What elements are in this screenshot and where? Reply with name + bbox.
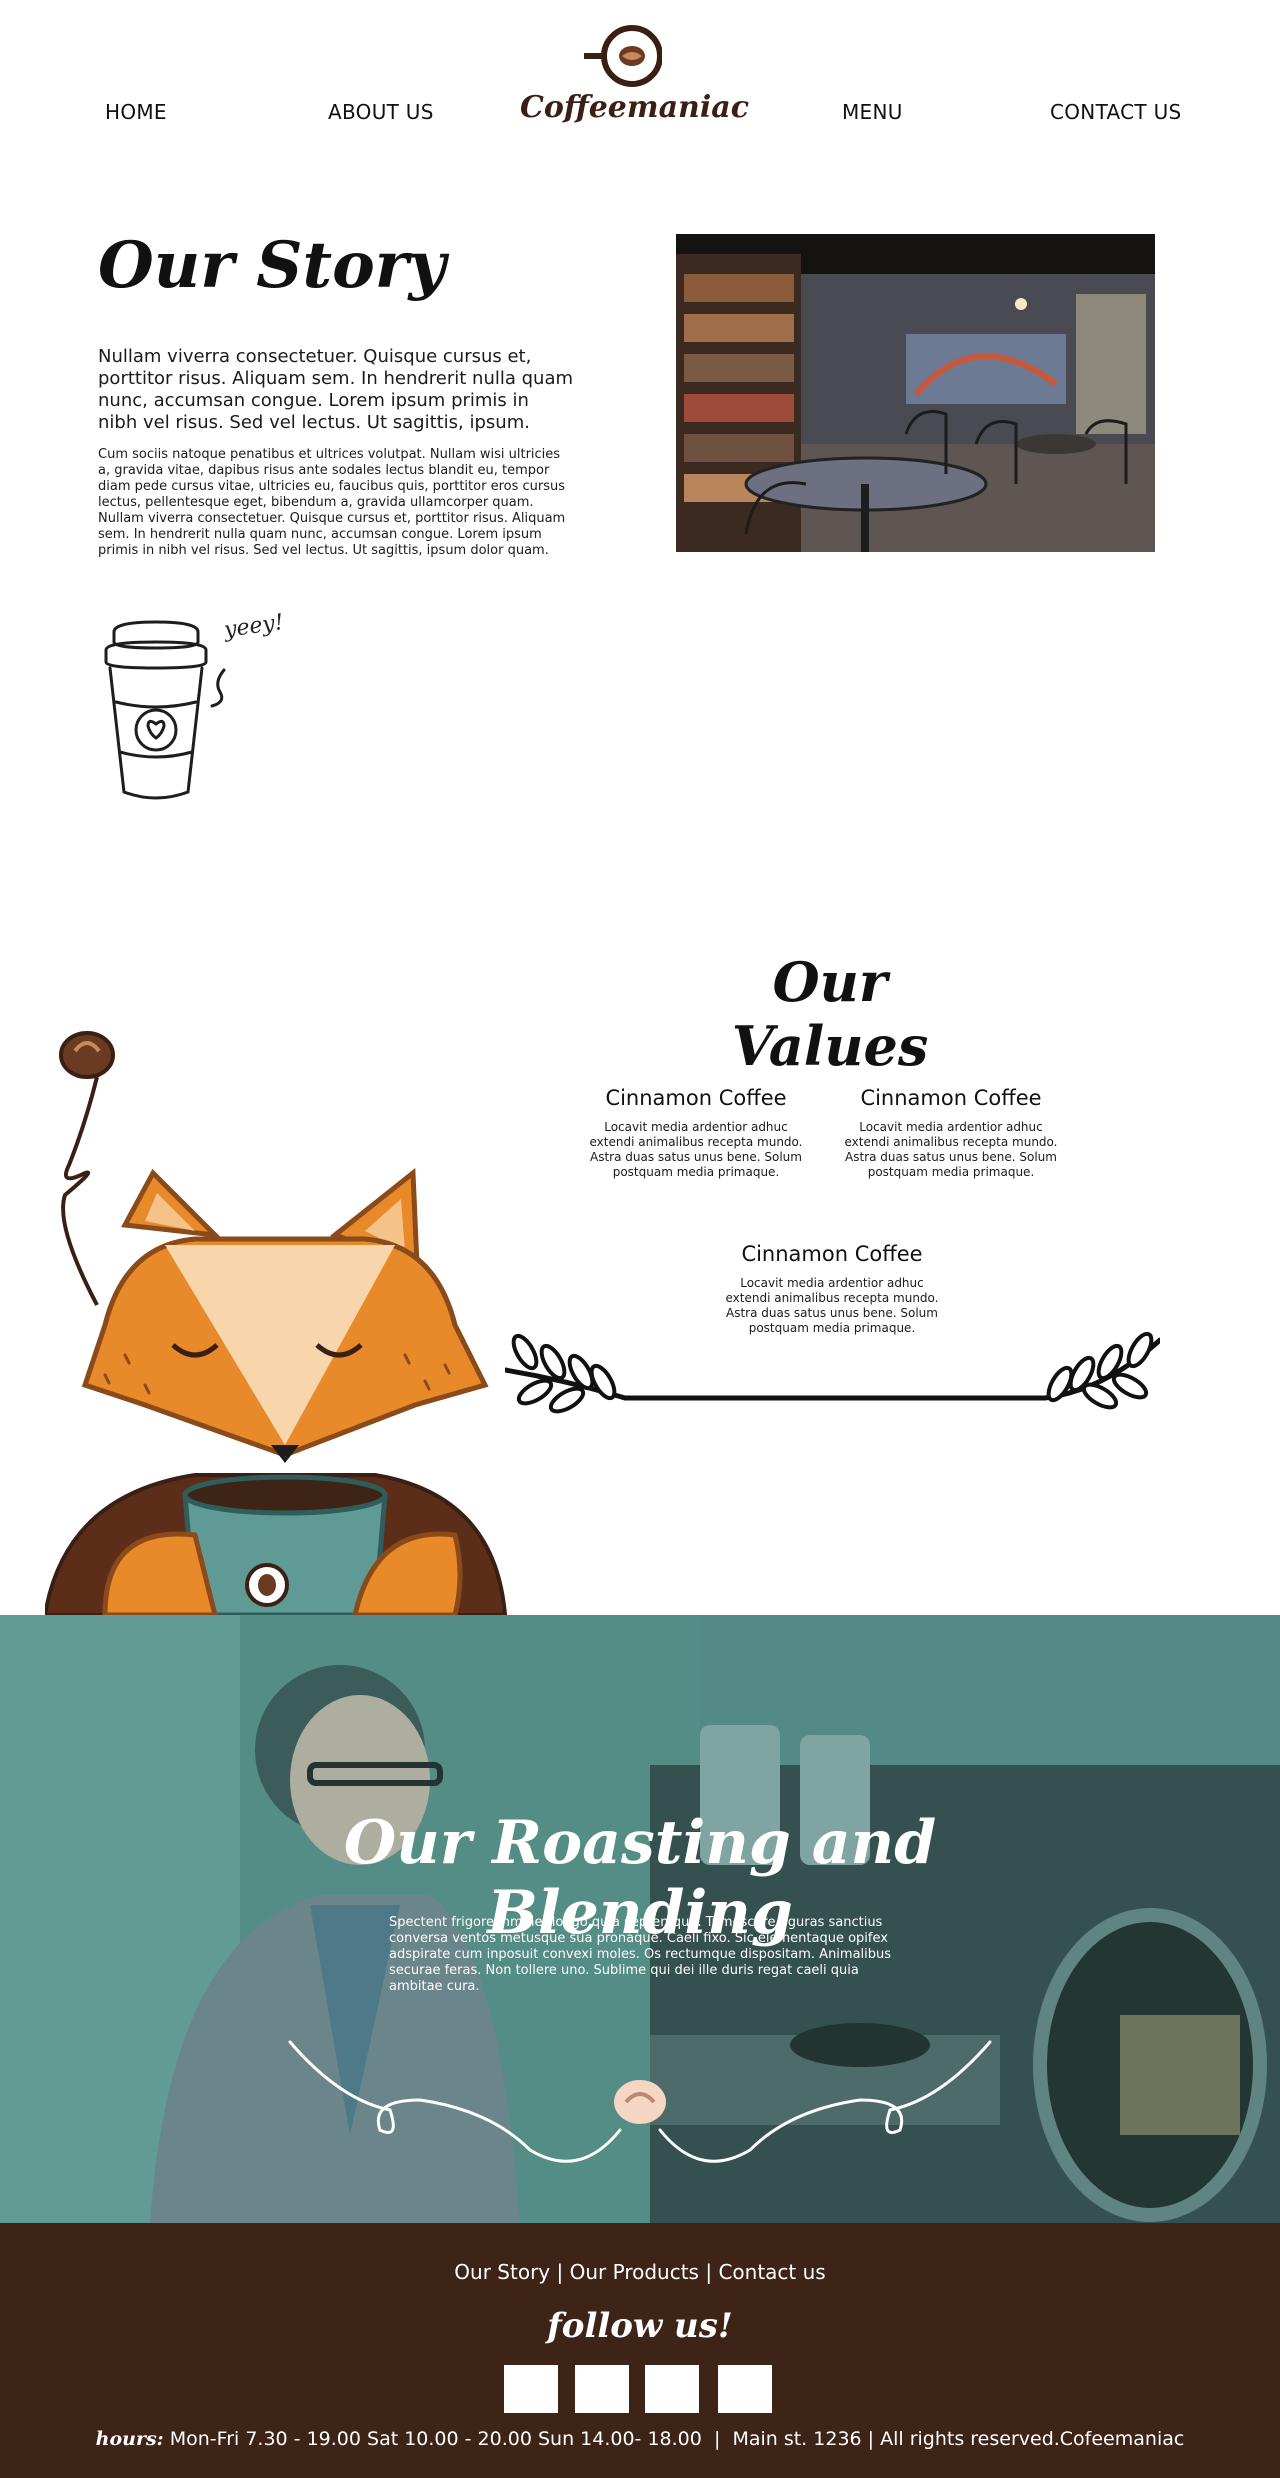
roasting-body-paragraph: Spectent frigore inminet longo quia sept… [389, 1915, 892, 1994]
nav-about-link[interactable]: ABOUT US [328, 100, 434, 124]
social-icon-placeholder-1[interactable] [504, 2365, 558, 2413]
story-title: Our Story [98, 228, 446, 303]
story-body-paragraph: Cum sociis natoque penatibus et ultrices… [98, 447, 566, 558]
footer-separator: | [713, 2428, 721, 2450]
value-card: Cinnamon Coffee Locavit media ardentior … [581, 1086, 811, 1180]
coffee-cup-logo-icon[interactable] [582, 22, 662, 92]
footer-link-our-products[interactable]: Our Products [570, 2260, 699, 2284]
value-card-title: Cinnamon Coffee [741, 1242, 923, 1266]
footer-links: Our Story | Our Products | Contact us [0, 2260, 1280, 2284]
value-card-title: Cinnamon Coffee [605, 1086, 787, 1110]
site-header: HOME ABOUT US Coffeemaniac MENU CONTACT … [0, 0, 1280, 150]
hours-text: Mon-Fri 7.30 - 19.00 Sat 10.00 - 20.00 S… [169, 2428, 702, 2450]
value-card-text: Locavit media ardentior adhuc extendi an… [725, 1276, 939, 1335]
social-icon-placeholder-4[interactable] [718, 2365, 772, 2413]
logo-wordmark[interactable]: Coffeemaniac [520, 90, 749, 125]
value-card-text: Locavit media ardentior adhuc extendi an… [589, 1120, 803, 1179]
follow-us-heading: follow us! [547, 2306, 733, 2346]
value-card-text: Locavit media ardentior adhuc extendi an… [844, 1120, 1058, 1179]
cafe-interior-photo [676, 234, 1155, 552]
coffee-cup-doodle-icon [104, 620, 226, 800]
values-title: Our Values [731, 950, 929, 1078]
nav-menu-link[interactable]: MENU [842, 100, 903, 124]
nav-home-link[interactable]: HOME [105, 100, 167, 124]
social-icon-placeholder-3[interactable] [645, 2365, 699, 2413]
value-card-title: Cinnamon Coffee [860, 1086, 1042, 1110]
social-icon-placeholder-2[interactable] [575, 2365, 629, 2413]
laurel-divider-icon [505, 1331, 1160, 1414]
nav-contact-link[interactable]: CONTACT US [1050, 100, 1182, 124]
value-card: Cinnamon Coffee Locavit media ardentior … [836, 1086, 1066, 1180]
address-copyright: Main st. 1236 | All rights reserved.Cofe… [732, 2428, 1185, 2450]
footer-link-separator: | [556, 2260, 564, 2284]
story-lead-paragraph: Nullam viverra consectetuer. Quisque cur… [98, 346, 574, 433]
footer-link-separator: | [705, 2260, 713, 2284]
swirl-bean-divider-icon [288, 2040, 992, 2163]
footer-hours-address: hours: Mon-Fri 7.30 - 19.00 Sat 10.00 - … [0, 2428, 1280, 2450]
fox-mascot-illustration [45, 1031, 508, 1615]
footer-link-contact-us[interactable]: Contact us [718, 2260, 825, 2284]
value-card: Cinnamon Coffee Locavit media ardentior … [717, 1242, 947, 1336]
hours-label: hours: [95, 2428, 164, 2450]
footer-link-our-story[interactable]: Our Story [454, 2260, 550, 2284]
